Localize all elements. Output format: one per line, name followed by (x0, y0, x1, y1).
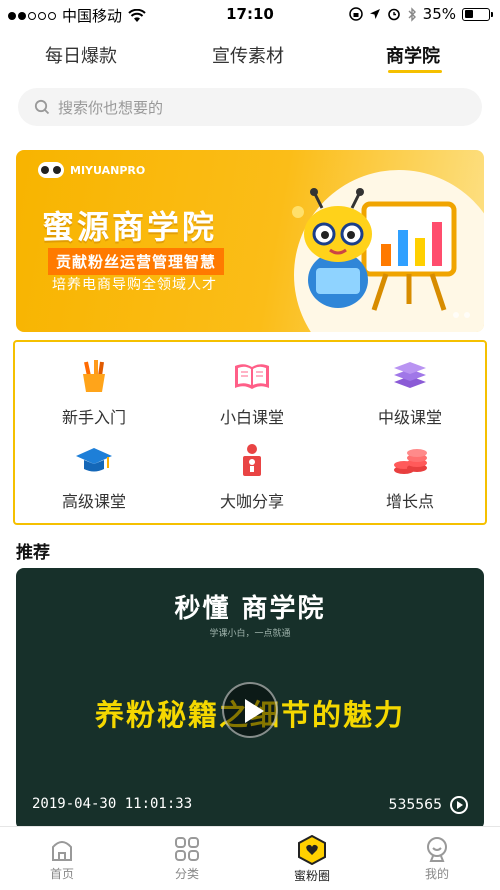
category-intermediate-class[interactable]: 中级课堂 (331, 358, 489, 428)
bluetooth-icon (408, 6, 416, 22)
category-label: 中级课堂 (377, 408, 442, 427)
category-advanced-class[interactable]: 高级课堂 (15, 442, 173, 512)
recommended-video-card[interactable]: 秒懂 商学院 学课小白，一点就通 养粉秘籍之细节的魅力 2019-04-30 1… (16, 568, 484, 830)
lock-rotation-icon (348, 7, 363, 21)
battery-icon (462, 7, 493, 21)
tab-promo-material[interactable]: 宣传素材 (212, 42, 284, 68)
tab-daily-hot[interactable]: 每日爆款 (45, 42, 117, 68)
banner-logo-text: MIYUANPRO (70, 163, 146, 177)
graduation-cap-icon (76, 448, 112, 472)
category-label: 小白课堂 (219, 408, 284, 427)
promo-banner[interactable]: MIYUANPRO 蜜源商学院 贡献粉丝运营管理智慧 培养电商导购全领域人才 (16, 150, 484, 332)
battery-percent: 35% (422, 5, 456, 23)
category-beginner[interactable]: 新手入门 (15, 358, 173, 428)
video-date: 2019-04-30 11:01:33 (32, 796, 193, 812)
category-label: 新手入门 (61, 408, 126, 427)
location-icon (369, 9, 380, 19)
banner-logo: MIYUANPRO (38, 162, 145, 178)
search-bar[interactable]: 搜索你也想要的 (18, 88, 482, 126)
coin-stack-icon (394, 449, 427, 474)
category-label: 增长点 (385, 492, 434, 511)
nav-label: 首页 (49, 867, 74, 881)
top-tabs: 每日爆款 宣传素材 商学院 (0, 36, 500, 76)
user-face-icon (427, 837, 447, 862)
alarm-icon (387, 8, 400, 21)
status-bar: 中国移动 17:10 35% (0, 0, 500, 30)
battery-fill (464, 10, 473, 18)
banner-subtitle: 贡献粉丝运营管理智慧 (48, 248, 225, 275)
carousel-indicator (453, 312, 470, 318)
open-book-icon (235, 364, 269, 389)
category-expert-sharing[interactable]: 大咖分享 (173, 442, 331, 512)
bee-mascot-illustration (292, 188, 457, 311)
book-stack-icon (394, 362, 426, 388)
grid-icon (175, 837, 199, 861)
nav-label: 我的 (424, 867, 449, 881)
video-views: 535565 (389, 796, 468, 814)
category-label: 高级课堂 (61, 492, 126, 511)
pencil-cup-icon (83, 360, 105, 392)
banner-tagline: 培养电商导购全领域人才 (52, 277, 217, 293)
play-count-icon (450, 796, 468, 814)
tab-business-school[interactable]: 商学院 (386, 42, 440, 68)
hexagon-heart-icon (298, 835, 326, 865)
category-growth-point[interactable]: 增长点 (331, 442, 489, 512)
search-icon (34, 99, 50, 115)
recommend-section-title: 推荐 (16, 543, 50, 563)
course-category-grid: 新手入门 小白课堂 中级课堂 高级课堂 大咖分享 增长点 (13, 340, 487, 525)
category-novice-class[interactable]: 小白课堂 (173, 358, 331, 428)
video-slogan: 学课小白，一点就通 (209, 629, 291, 639)
nav-category[interactable]: 分类 (137, 835, 237, 882)
video-brand: 秒懂 商学院 (174, 594, 326, 624)
search-placeholder: 搜索你也想要的 (58, 98, 164, 117)
panda-logo-icon (38, 162, 64, 178)
nav-fan-circle[interactable]: 蜜粉圈 (262, 835, 362, 884)
nav-label: 分类 (174, 867, 199, 881)
nav-label: 蜜粉圈 (293, 869, 330, 883)
speaker-person-icon (243, 444, 261, 476)
bottom-navigation: 首页 分类 蜜粉圈 我的 (0, 826, 500, 890)
video-view-count: 535565 (388, 797, 442, 813)
status-right: 35% (348, 5, 493, 23)
nav-profile[interactable]: 我的 (387, 835, 487, 882)
active-tab-indicator (388, 70, 442, 73)
home-icon (52, 841, 72, 861)
nav-home[interactable]: 首页 (12, 835, 112, 882)
banner-title: 蜜源商学院 (42, 208, 218, 246)
play-button-icon[interactable] (222, 682, 278, 738)
category-label: 大咖分享 (219, 492, 284, 511)
